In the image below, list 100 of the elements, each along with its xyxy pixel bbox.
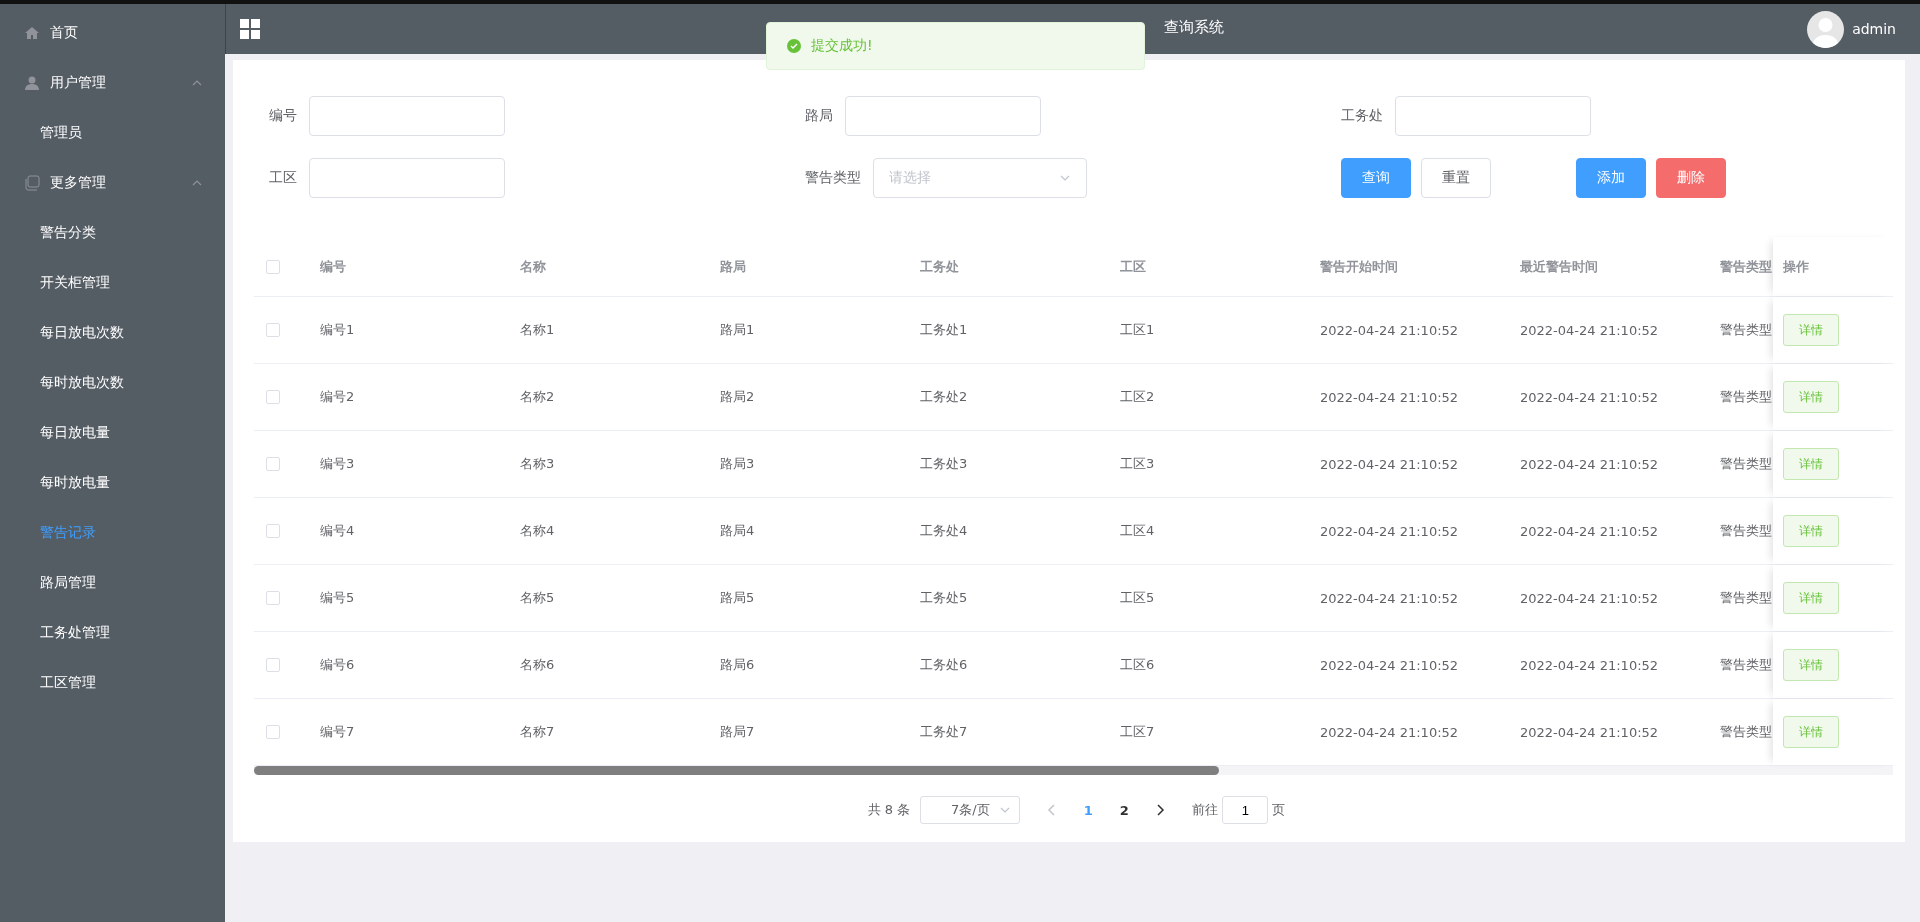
page-button[interactable]: 2 — [1106, 796, 1143, 824]
table-cell-text: 2022-04-24 21:10:52 — [1519, 657, 1660, 673]
table-cell-text: 警告类型 — [1719, 589, 1773, 607]
table-cell-text: 工区3 — [1119, 455, 1156, 473]
sidebar-item[interactable]: 路局管理 — [0, 558, 225, 608]
sidebar-item[interactable]: 更多管理 — [0, 158, 225, 208]
checkbox[interactable] — [266, 390, 280, 404]
sidebar-item[interactable]: 用户管理 — [0, 58, 225, 108]
table-cell-text: 名称1 — [519, 321, 556, 339]
checkbox[interactable] — [266, 658, 280, 672]
field-label: 工区 — [269, 169, 297, 187]
table-cell-text: 2022-04-24 21:10:52 — [1519, 523, 1660, 539]
table-cell-text: 2022-04-24 21:10:52 — [1319, 590, 1460, 606]
sidebar-item[interactable]: 每日放电量 — [0, 408, 225, 458]
table-cell-text: 工务处4 — [919, 522, 969, 540]
user-icon — [24, 75, 40, 91]
table-cell-text: 路局5 — [719, 589, 756, 607]
column-header: 操作 — [1783, 257, 1809, 276]
table-cell-text: 名称2 — [519, 388, 556, 406]
table-cell-text: 名称4 — [519, 522, 556, 540]
table-cell-text: 2022-04-24 21:10:52 — [1319, 724, 1460, 740]
input-field[interactable] — [309, 96, 505, 136]
table-cell-text: 工区2 — [1119, 388, 1156, 406]
user-name[interactable]: admin — [1852, 21, 1896, 37]
table-cell-text: 编号4 — [319, 522, 356, 540]
sidebar-item[interactable]: 首页 — [0, 8, 225, 58]
checkbox[interactable] — [266, 524, 280, 538]
table-cell-text: 路局1 — [719, 321, 756, 339]
table-cell-text: 警告类型 — [1719, 723, 1773, 741]
copy-icon — [24, 175, 40, 191]
table-cell-text: 名称7 — [519, 723, 556, 741]
checkbox[interactable] — [266, 725, 280, 739]
table-cell-text: 警告类型 — [1719, 656, 1773, 674]
sidebar-item[interactable]: 每时放电量 — [0, 458, 225, 508]
sidebar-item[interactable]: 工区管理 — [0, 658, 225, 708]
table-cell-text: 工区5 — [1119, 589, 1156, 607]
table-cell-text: 2022-04-24 21:10:52 — [1319, 389, 1460, 405]
column-header: 名称 — [519, 257, 547, 276]
goto-label: 前往 — [1192, 801, 1219, 819]
table-cell-text: 工务处6 — [919, 656, 969, 674]
table-cell-text: 2022-04-24 21:10:52 — [1519, 456, 1660, 472]
table-cell-text: 工务处2 — [919, 388, 969, 406]
table-cell-text: 工区6 — [1119, 656, 1156, 674]
checkbox[interactable] — [266, 591, 280, 605]
field-label: 警告类型 — [805, 169, 861, 187]
toast-message: 提交成功! — [811, 37, 873, 55]
table-cell-text: 路局6 — [719, 656, 756, 674]
table-cell-text: 编号3 — [319, 455, 356, 473]
sidebar-item[interactable]: 工务处管理 — [0, 608, 225, 658]
input-field[interactable] — [309, 158, 505, 198]
grid-icon[interactable] — [240, 19, 260, 39]
table-cell-text: 工务处1 — [919, 321, 969, 339]
checkbox[interactable] — [266, 323, 280, 337]
input-field[interactable] — [845, 96, 1041, 136]
total-count: 共 8 条 — [867, 801, 911, 819]
column-header: 编号 — [319, 257, 347, 276]
table-cell-text: 警告类型 — [1719, 321, 1773, 339]
sidebar-item[interactable]: 每日放电次数 — [0, 308, 225, 358]
table-cell-text: 路局7 — [719, 723, 756, 741]
column-header: 警告类型 — [1719, 257, 1773, 276]
chevron-right-icon — [1155, 804, 1166, 816]
table-cell-text: 2022-04-24 21:10:52 — [1319, 523, 1460, 539]
table-cell-text: 编号2 — [319, 388, 356, 406]
page-size-select[interactable]: 7条/页 — [920, 796, 1021, 824]
table-cell-text: 警告类型 — [1719, 388, 1773, 406]
sidebar-item[interactable]: 每时放电次数 — [0, 358, 225, 408]
table-cell-text: 2022-04-24 21:10:52 — [1319, 322, 1460, 338]
table-cell-text: 编号1 — [319, 321, 356, 339]
action-button[interactable]: 重置 — [1421, 158, 1491, 198]
table-cell-text: 路局3 — [719, 455, 756, 473]
table-cell-text: 编号7 — [319, 723, 356, 741]
table-cell-text: 编号6 — [319, 656, 356, 674]
column-header: 最近警告时间 — [1519, 257, 1599, 276]
table-cell-text: 路局2 — [719, 388, 756, 406]
column-header: 工区 — [1119, 257, 1147, 276]
table-cell-text: 工务处5 — [919, 589, 969, 607]
table-cell-text: 2022-04-24 21:10:52 — [1519, 590, 1660, 606]
table-cell-text: 2022-04-24 21:10:52 — [1519, 322, 1660, 338]
column-header: 路局 — [719, 257, 747, 276]
table-cell-text: 2022-04-24 21:10:52 — [1319, 657, 1460, 673]
field-label: 路局 — [805, 107, 833, 125]
field-label: 工务处 — [1341, 107, 1383, 125]
scrollbar-thumb[interactable] — [254, 766, 1219, 775]
input-field[interactable] — [1395, 96, 1591, 136]
checkbox[interactable] — [266, 457, 280, 471]
sidebar-item[interactable]: 开关柜管理 — [0, 258, 225, 308]
table-cell-text: 2022-04-24 21:10:52 — [1519, 389, 1660, 405]
sidebar-item[interactable]: 管理员 — [0, 108, 225, 158]
sidebar-item[interactable]: 警告分类 — [0, 208, 225, 258]
table-cell-text: 工区1 — [1119, 321, 1156, 339]
checkbox[interactable] — [266, 259, 280, 274]
home-icon — [24, 25, 40, 41]
table-cell-text: 警告类型 — [1719, 522, 1773, 540]
table-cell-text: 编号5 — [319, 589, 356, 607]
table-cell-text: 工务处7 — [919, 723, 969, 741]
column-header: 警告开始时间 — [1319, 257, 1399, 276]
avatar-icon[interactable] — [1807, 10, 1845, 48]
table-cell-text: 2022-04-24 21:10:52 — [1519, 724, 1660, 740]
page-input[interactable]: 1 — [1222, 796, 1269, 824]
table-cell-text: 2022-04-24 21:10:52 — [1319, 456, 1460, 472]
